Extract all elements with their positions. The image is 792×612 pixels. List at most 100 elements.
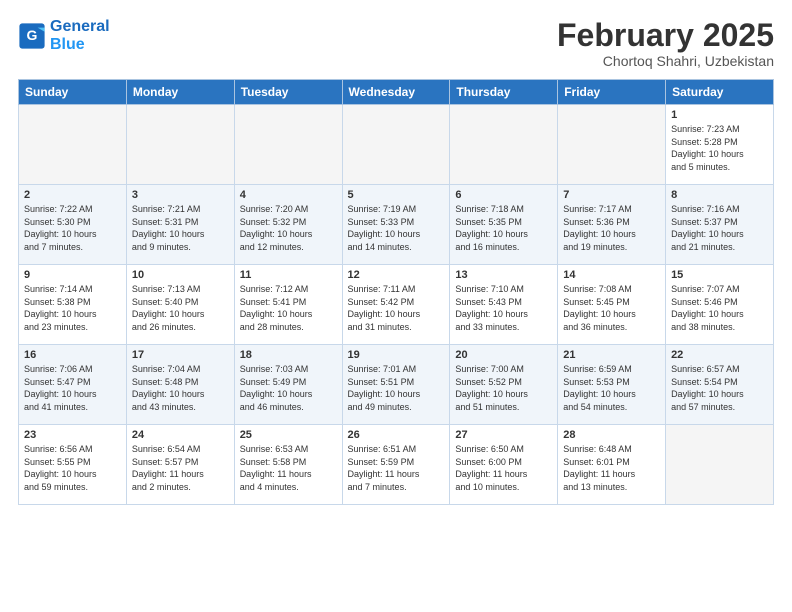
col-monday: Monday bbox=[126, 80, 234, 105]
day-number: 17 bbox=[132, 349, 229, 361]
day-number: 19 bbox=[348, 349, 445, 361]
day-info: Sunrise: 7:21 AM Sunset: 5:31 PM Dayligh… bbox=[132, 203, 229, 253]
col-tuesday: Tuesday bbox=[234, 80, 342, 105]
table-row: 25 Sunrise: 6:53 AM Sunset: 5:58 PM Dayli… bbox=[234, 425, 342, 505]
day-number: 10 bbox=[132, 269, 229, 281]
table-row: 17 Sunrise: 7:04 AM Sunset: 5:48 PM Dayli… bbox=[126, 345, 234, 425]
table-row: 2 Sunrise: 7:22 AM Sunset: 5:30 PM Daylig… bbox=[19, 185, 127, 265]
day-info: Sunrise: 7:04 AM Sunset: 5:48 PM Dayligh… bbox=[132, 363, 229, 413]
table-row: 26 Sunrise: 6:51 AM Sunset: 5:59 PM Dayli… bbox=[342, 425, 450, 505]
day-info: Sunrise: 7:07 AM Sunset: 5:46 PM Dayligh… bbox=[671, 283, 768, 333]
calendar-header-row: Sunday Monday Tuesday Wednesday Thursday… bbox=[19, 80, 774, 105]
table-row bbox=[558, 105, 666, 185]
day-info: Sunrise: 7:22 AM Sunset: 5:30 PM Dayligh… bbox=[24, 203, 121, 253]
day-info: Sunrise: 6:51 AM Sunset: 5:59 PM Dayligh… bbox=[348, 443, 445, 493]
table-row: 6 Sunrise: 7:18 AM Sunset: 5:35 PM Daylig… bbox=[450, 185, 558, 265]
day-number: 26 bbox=[348, 429, 445, 441]
day-info: Sunrise: 6:57 AM Sunset: 5:54 PM Dayligh… bbox=[671, 363, 768, 413]
page: G General Blue February 2025 Chortoq Sha… bbox=[0, 0, 792, 612]
day-number: 25 bbox=[240, 429, 337, 441]
table-row: 19 Sunrise: 7:01 AM Sunset: 5:51 PM Dayli… bbox=[342, 345, 450, 425]
day-number: 20 bbox=[455, 349, 552, 361]
day-number: 7 bbox=[563, 189, 660, 201]
day-number: 22 bbox=[671, 349, 768, 361]
day-number: 1 bbox=[671, 109, 768, 121]
day-info: Sunrise: 7:01 AM Sunset: 5:51 PM Dayligh… bbox=[348, 363, 445, 413]
day-info: Sunrise: 7:16 AM Sunset: 5:37 PM Dayligh… bbox=[671, 203, 768, 253]
table-row: 22 Sunrise: 6:57 AM Sunset: 5:54 PM Dayli… bbox=[666, 345, 774, 425]
logo-line2: Blue bbox=[50, 36, 110, 54]
day-info: Sunrise: 7:14 AM Sunset: 5:38 PM Dayligh… bbox=[24, 283, 121, 333]
calendar: Sunday Monday Tuesday Wednesday Thursday… bbox=[18, 79, 774, 505]
table-row: 12Sunrise: 7:11 AM Sunset: 5:42 PM Dayli… bbox=[342, 265, 450, 345]
logo-icon: G bbox=[18, 22, 46, 50]
table-row bbox=[450, 105, 558, 185]
day-info: Sunrise: 7:13 AM Sunset: 5:40 PM Dayligh… bbox=[132, 283, 229, 333]
table-row: 20 Sunrise: 7:00 AM Sunset: 5:52 PM Dayli… bbox=[450, 345, 558, 425]
day-info: Sunrise: 6:53 AM Sunset: 5:58 PM Dayligh… bbox=[240, 443, 337, 493]
table-row: 21 Sunrise: 6:59 AM Sunset: 5:53 PM Dayli… bbox=[558, 345, 666, 425]
day-number: 18 bbox=[240, 349, 337, 361]
table-row: 14 Sunrise: 7:08 AM Sunset: 5:45 PM Dayli… bbox=[558, 265, 666, 345]
table-row: 24 Sunrise: 6:54 AM Sunset: 5:57 PM Dayli… bbox=[126, 425, 234, 505]
header: G General Blue February 2025 Chortoq Sha… bbox=[18, 18, 774, 69]
location-subtitle: Chortoq Shahri, Uzbekistan bbox=[557, 53, 774, 69]
day-info: Sunrise: 7:00 AM Sunset: 5:52 PM Dayligh… bbox=[455, 363, 552, 413]
day-info: Sunrise: 7:23 AM Sunset: 5:28 PM Dayligh… bbox=[671, 123, 768, 173]
table-row bbox=[126, 105, 234, 185]
table-row: 23 Sunrise: 6:56 AM Sunset: 5:55 PM Dayli… bbox=[19, 425, 127, 505]
table-row: 1 Sunrise: 7:23 AM Sunset: 5:28 PM Daylig… bbox=[666, 105, 774, 185]
logo-line1: General bbox=[50, 18, 110, 36]
day-number: 14 bbox=[563, 269, 660, 281]
table-row: 16Sunrise: 7:06 AM Sunset: 5:47 PM Dayli… bbox=[19, 345, 127, 425]
day-info: Sunrise: 6:56 AM Sunset: 5:55 PM Dayligh… bbox=[24, 443, 121, 493]
day-info: Sunrise: 6:54 AM Sunset: 5:57 PM Dayligh… bbox=[132, 443, 229, 493]
day-info: Sunrise: 7:19 AM Sunset: 5:33 PM Dayligh… bbox=[348, 203, 445, 253]
day-number: 9 bbox=[24, 269, 121, 281]
day-info: Sunrise: 7:03 AM Sunset: 5:49 PM Dayligh… bbox=[240, 363, 337, 413]
day-number: 5 bbox=[348, 189, 445, 201]
table-row: 5 Sunrise: 7:19 AM Sunset: 5:33 PM Daylig… bbox=[342, 185, 450, 265]
day-number: 21 bbox=[563, 349, 660, 361]
table-row bbox=[666, 425, 774, 505]
table-row: 27Sunrise: 6:50 AM Sunset: 6:00 PM Dayli… bbox=[450, 425, 558, 505]
table-row: 18 Sunrise: 7:03 AM Sunset: 5:49 PM Dayli… bbox=[234, 345, 342, 425]
col-saturday: Saturday bbox=[666, 80, 774, 105]
table-row: 15 Sunrise: 7:07 AM Sunset: 5:46 PM Dayli… bbox=[666, 265, 774, 345]
title-area: February 2025 Chortoq Shahri, Uzbekistan bbox=[557, 18, 774, 69]
day-info: Sunrise: 7:11 AM Sunset: 5:42 PM Dayligh… bbox=[348, 283, 445, 333]
day-number: 4 bbox=[240, 189, 337, 201]
month-title: February 2025 bbox=[557, 18, 774, 53]
day-number: 15 bbox=[671, 269, 768, 281]
day-number: 11 bbox=[240, 269, 337, 281]
col-sunday: Sunday bbox=[19, 80, 127, 105]
table-row: 11Sunrise: 7:12 AM Sunset: 5:41 PM Dayli… bbox=[234, 265, 342, 345]
day-number: 3 bbox=[132, 189, 229, 201]
table-row: 7 Sunrise: 7:17 AM Sunset: 5:36 PM Daylig… bbox=[558, 185, 666, 265]
day-info: Sunrise: 7:08 AM Sunset: 5:45 PM Dayligh… bbox=[563, 283, 660, 333]
table-row bbox=[19, 105, 127, 185]
day-info: Sunrise: 7:06 AM Sunset: 5:47 PM Dayligh… bbox=[24, 363, 121, 413]
table-row: 4Sunrise: 7:20 AM Sunset: 5:32 PM Daylig… bbox=[234, 185, 342, 265]
table-row: 9 Sunrise: 7:14 AM Sunset: 5:38 PM Daylig… bbox=[19, 265, 127, 345]
table-row: 28 Sunrise: 6:48 AM Sunset: 6:01 PM Dayli… bbox=[558, 425, 666, 505]
day-info: Sunrise: 7:17 AM Sunset: 5:36 PM Dayligh… bbox=[563, 203, 660, 253]
day-info: Sunrise: 7:18 AM Sunset: 5:35 PM Dayligh… bbox=[455, 203, 552, 253]
day-number: 2 bbox=[24, 189, 121, 201]
svg-text:G: G bbox=[27, 27, 38, 43]
day-number: 28 bbox=[563, 429, 660, 441]
day-number: 24 bbox=[132, 429, 229, 441]
day-number: 13 bbox=[455, 269, 552, 281]
col-friday: Friday bbox=[558, 80, 666, 105]
table-row bbox=[234, 105, 342, 185]
day-number: 23 bbox=[24, 429, 121, 441]
day-number: 8 bbox=[671, 189, 768, 201]
day-info: Sunrise: 6:48 AM Sunset: 6:01 PM Dayligh… bbox=[563, 443, 660, 493]
table-row bbox=[342, 105, 450, 185]
table-row: 13 Sunrise: 7:10 AM Sunset: 5:43 PM Dayli… bbox=[450, 265, 558, 345]
table-row: 8 Sunrise: 7:16 AM Sunset: 5:37 PM Daylig… bbox=[666, 185, 774, 265]
day-info: Sunrise: 7:10 AM Sunset: 5:43 PM Dayligh… bbox=[455, 283, 552, 333]
day-number: 6 bbox=[455, 189, 552, 201]
day-info: Sunrise: 6:59 AM Sunset: 5:53 PM Dayligh… bbox=[563, 363, 660, 413]
day-info: Sunrise: 6:50 AM Sunset: 6:00 PM Dayligh… bbox=[455, 443, 552, 493]
